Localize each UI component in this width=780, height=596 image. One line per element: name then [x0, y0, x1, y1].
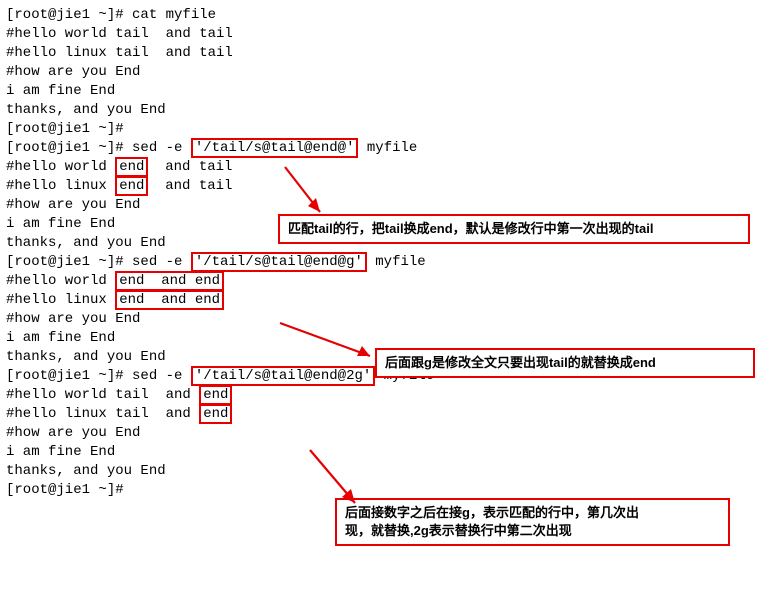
terminal-line: #hello world tail and tail	[6, 25, 774, 44]
replaced-end-2g: end	[199, 385, 232, 405]
annotation-text: 后面跟g是修改全文只要出现tail的就替换成end	[385, 355, 656, 370]
terminal-line: #hello linux tail and tail	[6, 44, 774, 63]
replaced-end-2g: end	[199, 404, 232, 424]
terminal-line: #hello world end and tail	[6, 158, 774, 177]
terminal-line: [root@jie1 ~]# cat myfile	[6, 6, 774, 25]
terminal-line: i am fine End	[6, 329, 774, 348]
annotation-box-1: 匹配tail的行，把tail换成end，默认是修改行中第一次出现的tail	[278, 214, 750, 244]
terminal-line: i am fine End	[6, 82, 774, 101]
terminal-line: #how are you End	[6, 63, 774, 82]
sed1-command: '/tail/s@tail@end@'	[191, 138, 359, 158]
replaced-end: end	[115, 157, 148, 177]
sed2-arg: myfile	[367, 254, 426, 270]
annotation-text: 现，就替换,2g表示替换行中第二次出现	[345, 522, 720, 540]
prompt: [root@jie1 ~]# sed -e	[6, 254, 191, 270]
terminal-line-sed2: [root@jie1 ~]# sed -e '/tail/s@tail@end@…	[6, 253, 774, 272]
out-text: #hello world	[6, 159, 115, 175]
sed1-arg: myfile	[358, 140, 417, 156]
arrow-icon	[280, 162, 340, 222]
sed2-command: '/tail/s@tail@end@g'	[191, 252, 367, 272]
sed3-command: '/tail/s@tail@end@2g'	[191, 366, 375, 386]
annotation-box-2: 后面跟g是修改全文只要出现tail的就替换成end	[375, 348, 755, 378]
terminal-line: #hello linux end and end	[6, 291, 774, 310]
terminal-line: #hello world end and end	[6, 272, 774, 291]
terminal-line: [root@jie1 ~]#	[6, 120, 774, 139]
terminal-line: #how are you End	[6, 196, 774, 215]
arrow-icon	[275, 318, 385, 363]
prompt: [root@jie1 ~]# sed -e	[6, 368, 191, 384]
out-text: #hello linux tail and	[6, 406, 199, 422]
prompt: [root@jie1 ~]# sed -e	[6, 140, 191, 156]
terminal-line: #how are you End	[6, 310, 774, 329]
out-text: #hello world tail and	[6, 387, 199, 403]
terminal-line: #hello linux end and tail	[6, 177, 774, 196]
terminal-line: #hello world tail and end	[6, 386, 774, 405]
terminal-line: #how are you End	[6, 424, 774, 443]
out-text: #hello world	[6, 273, 115, 289]
terminal-block: [root@jie1 ~]# cat myfile #hello world t…	[0, 0, 780, 506]
terminal-line: thanks, and you End	[6, 101, 774, 120]
terminal-line-sed1: [root@jie1 ~]# sed -e '/tail/s@tail@end@…	[6, 139, 774, 158]
out-text: #hello linux	[6, 292, 115, 308]
annotation-text: 匹配tail的行，把tail换成end，默认是修改行中第一次出现的tail	[288, 221, 653, 236]
out-text: #hello linux	[6, 178, 115, 194]
arrow-icon	[305, 445, 415, 515]
out-text: and tail	[148, 159, 232, 175]
replaced-end: end	[115, 176, 148, 196]
replaced-end-all: end and end	[115, 271, 224, 291]
out-text: and tail	[148, 178, 232, 194]
terminal-line: #hello linux tail and end	[6, 405, 774, 424]
replaced-end-all: end and end	[115, 290, 224, 310]
